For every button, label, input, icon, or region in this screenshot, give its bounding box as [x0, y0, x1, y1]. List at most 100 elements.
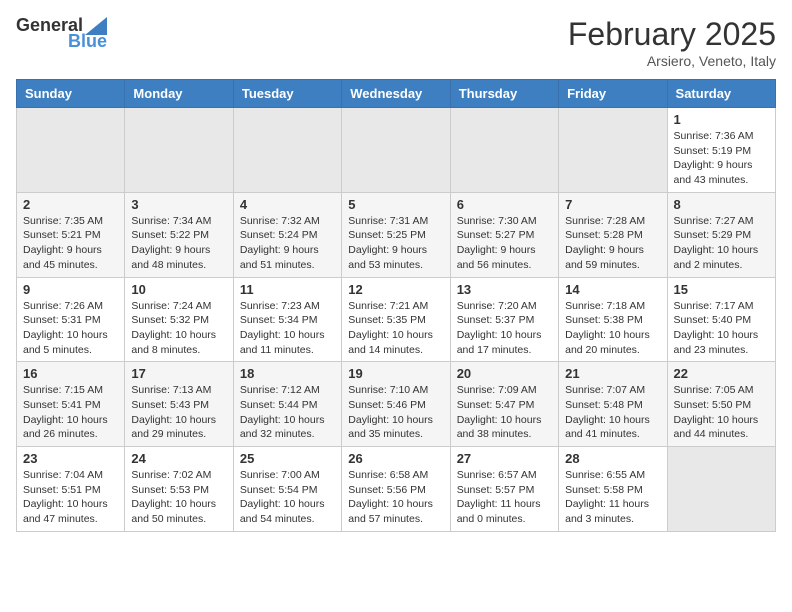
- day-info: Sunrise: 7:05 AM Sunset: 5:50 PM Dayligh…: [674, 383, 769, 442]
- day-number: 23: [23, 451, 118, 466]
- day-number: 13: [457, 282, 552, 297]
- calendar-day-cell: 8 Sunrise: 7:27 AM Sunset: 5:29 PM Daylig…: [667, 192, 775, 277]
- day-info: Sunrise: 7:27 AM Sunset: 5:29 PM Dayligh…: [674, 214, 769, 273]
- day-number: 16: [23, 366, 118, 381]
- calendar-day-cell: 7 Sunrise: 7:28 AM Sunset: 5:28 PM Daylig…: [559, 192, 667, 277]
- calendar-day-cell: 3 Sunrise: 7:34 AM Sunset: 5:22 PM Daylig…: [125, 192, 233, 277]
- calendar-weekday-header: Thursday: [450, 80, 558, 108]
- day-info: Sunrise: 6:57 AM Sunset: 5:57 PM Dayligh…: [457, 468, 552, 527]
- day-info: Sunrise: 7:04 AM Sunset: 5:51 PM Dayligh…: [23, 468, 118, 527]
- day-info: Sunrise: 7:15 AM Sunset: 5:41 PM Dayligh…: [23, 383, 118, 442]
- day-number: 8: [674, 197, 769, 212]
- calendar-weekday-header: Sunday: [17, 80, 125, 108]
- day-info: Sunrise: 7:17 AM Sunset: 5:40 PM Dayligh…: [674, 299, 769, 358]
- calendar-weekday-header: Tuesday: [233, 80, 341, 108]
- day-info: Sunrise: 7:18 AM Sunset: 5:38 PM Dayligh…: [565, 299, 660, 358]
- calendar-weekday-header: Wednesday: [342, 80, 450, 108]
- calendar-weekday-header: Saturday: [667, 80, 775, 108]
- calendar-day-cell: [125, 108, 233, 193]
- calendar-week-row: 2Sunrise: 7:35 AM Sunset: 5:21 PM Daylig…: [17, 192, 776, 277]
- day-number: 19: [348, 366, 443, 381]
- calendar-day-cell: 23 Sunrise: 7:04 AM Sunset: 5:51 PM Dayli…: [17, 447, 125, 532]
- calendar-day-cell: 28 Sunrise: 6:55 AM Sunset: 5:58 PM Dayli…: [559, 447, 667, 532]
- day-number: 26: [348, 451, 443, 466]
- calendar-day-cell: [667, 447, 775, 532]
- calendar-weekday-header: Monday: [125, 80, 233, 108]
- calendar-day-cell: 1 Sunrise: 7:36 AM Sunset: 5:19 PM Daylig…: [667, 108, 775, 193]
- logo: General Blue: [16, 16, 107, 52]
- day-number: 24: [131, 451, 226, 466]
- calendar-day-cell: 13Sunrise: 7:20 AM Sunset: 5:37 PM Dayli…: [450, 277, 558, 362]
- day-info: Sunrise: 7:28 AM Sunset: 5:28 PM Dayligh…: [565, 214, 660, 273]
- day-info: Sunrise: 7:30 AM Sunset: 5:27 PM Dayligh…: [457, 214, 552, 273]
- day-info: Sunrise: 7:26 AM Sunset: 5:31 PM Dayligh…: [23, 299, 118, 358]
- calendar-week-row: 9Sunrise: 7:26 AM Sunset: 5:31 PM Daylig…: [17, 277, 776, 362]
- calendar-day-cell: 26 Sunrise: 6:58 AM Sunset: 5:56 PM Dayli…: [342, 447, 450, 532]
- day-number: 22: [674, 366, 769, 381]
- page-header: General Blue February 2025 Arsiero, Vene…: [16, 16, 776, 69]
- calendar-day-cell: 24 Sunrise: 7:02 AM Sunset: 5:53 PM Dayli…: [125, 447, 233, 532]
- location-subtitle: Arsiero, Veneto, Italy: [568, 53, 776, 69]
- calendar-day-cell: 22 Sunrise: 7:05 AM Sunset: 5:50 PM Dayli…: [667, 362, 775, 447]
- calendar-week-row: 16 Sunrise: 7:15 AM Sunset: 5:41 PM Dayli…: [17, 362, 776, 447]
- day-info: Sunrise: 6:55 AM Sunset: 5:58 PM Dayligh…: [565, 468, 660, 527]
- day-number: 1: [674, 112, 769, 127]
- day-number: 17: [131, 366, 226, 381]
- day-info: Sunrise: 7:23 AM Sunset: 5:34 PM Dayligh…: [240, 299, 335, 358]
- day-info: Sunrise: 7:31 AM Sunset: 5:25 PM Dayligh…: [348, 214, 443, 273]
- calendar-day-cell: [559, 108, 667, 193]
- calendar-day-cell: 6 Sunrise: 7:30 AM Sunset: 5:27 PM Daylig…: [450, 192, 558, 277]
- calendar-day-cell: 19 Sunrise: 7:10 AM Sunset: 5:46 PM Dayli…: [342, 362, 450, 447]
- calendar-day-cell: [17, 108, 125, 193]
- calendar-day-cell: 12 Sunrise: 7:21 AM Sunset: 5:35 PM Dayli…: [342, 277, 450, 362]
- calendar-day-cell: 20 Sunrise: 7:09 AM Sunset: 5:47 PM Dayli…: [450, 362, 558, 447]
- day-info: Sunrise: 7:12 AM Sunset: 5:44 PM Dayligh…: [240, 383, 335, 442]
- calendar-day-cell: [342, 108, 450, 193]
- day-number: 5: [348, 197, 443, 212]
- title-block: February 2025 Arsiero, Veneto, Italy: [568, 16, 776, 69]
- day-number: 10: [131, 282, 226, 297]
- day-number: 28: [565, 451, 660, 466]
- calendar-day-cell: 5 Sunrise: 7:31 AM Sunset: 5:25 PM Daylig…: [342, 192, 450, 277]
- day-info: Sunrise: 7:34 AM Sunset: 5:22 PM Dayligh…: [131, 214, 226, 273]
- day-number: 14: [565, 282, 660, 297]
- calendar-weekday-header: Friday: [559, 80, 667, 108]
- day-info: Sunrise: 7:07 AM Sunset: 5:48 PM Dayligh…: [565, 383, 660, 442]
- day-info: Sunrise: 7:10 AM Sunset: 5:46 PM Dayligh…: [348, 383, 443, 442]
- day-info: Sunrise: 7:21 AM Sunset: 5:35 PM Dayligh…: [348, 299, 443, 358]
- calendar-day-cell: 25 Sunrise: 7:00 AM Sunset: 5:54 PM Dayli…: [233, 447, 341, 532]
- calendar-day-cell: 14 Sunrise: 7:18 AM Sunset: 5:38 PM Dayli…: [559, 277, 667, 362]
- day-info: Sunrise: 7:02 AM Sunset: 5:53 PM Dayligh…: [131, 468, 226, 527]
- calendar-week-row: 1 Sunrise: 7:36 AM Sunset: 5:19 PM Daylig…: [17, 108, 776, 193]
- calendar-day-cell: 11 Sunrise: 7:23 AM Sunset: 5:34 PM Dayli…: [233, 277, 341, 362]
- calendar-day-cell: 4 Sunrise: 7:32 AM Sunset: 5:24 PM Daylig…: [233, 192, 341, 277]
- day-info: Sunrise: 7:24 AM Sunset: 5:32 PM Dayligh…: [131, 299, 226, 358]
- day-number: 6: [457, 197, 552, 212]
- calendar-day-cell: 21Sunrise: 7:07 AM Sunset: 5:48 PM Dayli…: [559, 362, 667, 447]
- day-info: Sunrise: 7:09 AM Sunset: 5:47 PM Dayligh…: [457, 383, 552, 442]
- day-info: Sunrise: 7:13 AM Sunset: 5:43 PM Dayligh…: [131, 383, 226, 442]
- day-info: Sunrise: 6:58 AM Sunset: 5:56 PM Dayligh…: [348, 468, 443, 527]
- calendar-day-cell: 10 Sunrise: 7:24 AM Sunset: 5:32 PM Dayli…: [125, 277, 233, 362]
- day-number: 3: [131, 197, 226, 212]
- day-number: 12: [348, 282, 443, 297]
- calendar-day-cell: 27Sunrise: 6:57 AM Sunset: 5:57 PM Dayli…: [450, 447, 558, 532]
- day-number: 4: [240, 197, 335, 212]
- day-number: 15: [674, 282, 769, 297]
- day-info: Sunrise: 7:36 AM Sunset: 5:19 PM Dayligh…: [674, 129, 769, 188]
- month-title: February 2025: [568, 16, 776, 53]
- calendar-day-cell: 16 Sunrise: 7:15 AM Sunset: 5:41 PM Dayli…: [17, 362, 125, 447]
- day-info: Sunrise: 7:32 AM Sunset: 5:24 PM Dayligh…: [240, 214, 335, 273]
- day-number: 20: [457, 366, 552, 381]
- calendar-day-cell: 2Sunrise: 7:35 AM Sunset: 5:21 PM Daylig…: [17, 192, 125, 277]
- calendar-day-cell: 18 Sunrise: 7:12 AM Sunset: 5:44 PM Dayli…: [233, 362, 341, 447]
- day-number: 11: [240, 282, 335, 297]
- day-number: 18: [240, 366, 335, 381]
- calendar-table: SundayMondayTuesdayWednesdayThursdayFrid…: [16, 79, 776, 532]
- calendar-day-cell: 15 Sunrise: 7:17 AM Sunset: 5:40 PM Dayli…: [667, 277, 775, 362]
- calendar-day-cell: 9Sunrise: 7:26 AM Sunset: 5:31 PM Daylig…: [17, 277, 125, 362]
- day-number: 7: [565, 197, 660, 212]
- day-number: 25: [240, 451, 335, 466]
- day-info: Sunrise: 7:35 AM Sunset: 5:21 PM Dayligh…: [23, 214, 118, 273]
- day-info: Sunrise: 7:00 AM Sunset: 5:54 PM Dayligh…: [240, 468, 335, 527]
